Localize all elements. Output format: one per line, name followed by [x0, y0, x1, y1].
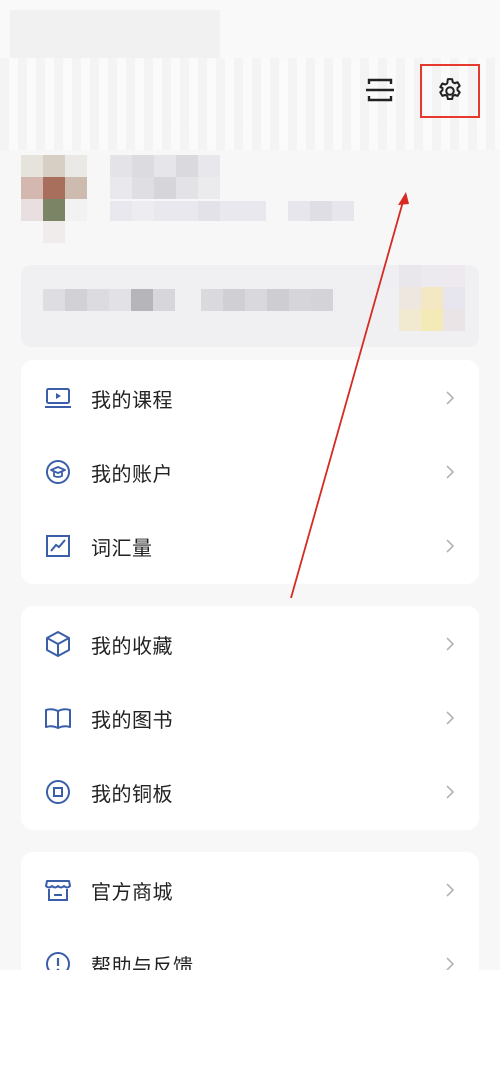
menu-card-service: 官方商城 帮助与反馈	[21, 852, 479, 970]
menu-item-my-favorites[interactable]: 我的收藏	[21, 608, 479, 680]
username-blurred	[110, 155, 360, 225]
highlight-box	[420, 64, 480, 118]
menu-item-my-courses[interactable]: 我的课程	[21, 362, 479, 434]
member-banner-blurred[interactable]	[21, 265, 479, 347]
scan-icon	[366, 78, 394, 102]
menu-item-label: 帮助与反馈	[91, 953, 194, 971]
chevron-right-icon	[443, 711, 457, 725]
menu-item-label: 我的课程	[91, 387, 173, 412]
top-blur-block	[10, 10, 220, 58]
chevron-right-icon	[443, 957, 457, 970]
chevron-right-icon	[443, 883, 457, 897]
menu-item-label: 我的收藏	[91, 633, 173, 658]
chevron-right-icon	[443, 637, 457, 651]
chart-line-icon	[43, 531, 73, 561]
chevron-right-icon	[443, 785, 457, 799]
cube-icon	[43, 629, 73, 659]
menu-item-label: 我的账户	[91, 461, 173, 486]
menu-card-learning: 我的课程 我的账户 词汇量	[21, 360, 479, 584]
menu-card-assets: 我的收藏 我的图书 我的铜板	[21, 606, 479, 830]
chevron-right-icon	[443, 465, 457, 479]
chevron-right-icon	[443, 539, 457, 553]
avatar[interactable]	[21, 155, 91, 245]
chevron-right-icon	[443, 391, 457, 405]
store-icon	[43, 875, 73, 905]
menu-item-official-store[interactable]: 官方商城	[21, 854, 479, 926]
menu-item-my-books[interactable]: 我的图书	[21, 682, 479, 754]
menu-item-vocabulary[interactable]: 词汇量	[21, 510, 479, 582]
profile-screen: 我的课程 我的账户 词汇量 我的收藏 我的图书 我的铜板 官方商城 帮助与反馈	[0, 0, 500, 970]
exclamation-circle-icon	[43, 949, 73, 970]
open-book-icon	[43, 703, 73, 733]
settings-button[interactable]	[420, 64, 480, 118]
menu-item-label: 我的图书	[91, 707, 173, 732]
menu-item-label: 官方商城	[91, 879, 173, 904]
laptop-play-icon	[43, 383, 73, 413]
graduation-cap-circle-icon	[43, 457, 73, 487]
menu-item-label: 词汇量	[91, 535, 153, 560]
menu-item-my-coins[interactable]: 我的铜板	[21, 756, 479, 828]
menu-item-my-account[interactable]: 我的账户	[21, 436, 479, 508]
coin-icon	[43, 777, 73, 807]
menu-item-label: 我的铜板	[91, 781, 173, 806]
scan-button[interactable]	[360, 70, 400, 110]
menu-item-help-feedback[interactable]: 帮助与反馈	[21, 928, 479, 970]
